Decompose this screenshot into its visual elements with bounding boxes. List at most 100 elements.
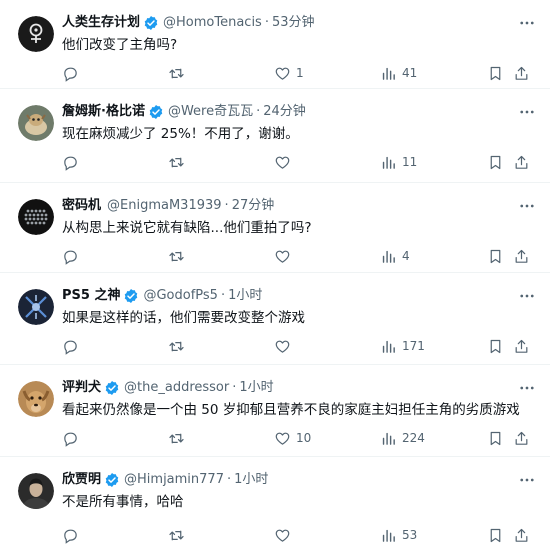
avatar[interactable] (18, 289, 54, 325)
avatar[interactable] (18, 473, 54, 509)
retweet-button[interactable] (168, 430, 190, 447)
retweet-button[interactable] (168, 527, 190, 544)
analytics-icon (382, 67, 395, 80)
share-button[interactable] (513, 65, 530, 82)
bookmark-button[interactable] (487, 248, 504, 265)
retweet-button[interactable] (168, 65, 190, 82)
like-button[interactable] (274, 527, 296, 544)
share-button[interactable] (513, 430, 530, 447)
view-count: 171 (402, 339, 425, 353)
separator-dot: · (256, 104, 261, 119)
like-button[interactable]: 1 (274, 65, 304, 82)
tweet-text: 看起来仍然像是一个由 50 岁抑郁且营养不良的家庭主妇担任主角的劣质游戏 (62, 402, 520, 418)
retweet-button[interactable] (168, 154, 190, 171)
like-button[interactable] (274, 248, 296, 265)
reply-icon (64, 250, 77, 265)
views-button[interactable]: 41 (380, 65, 417, 82)
timestamp[interactable]: 27分钟 (232, 197, 275, 215)
analytics-icon (382, 432, 395, 445)
views-button[interactable]: 11 (380, 154, 417, 171)
author-name[interactable]: 人类生存计划 (62, 14, 140, 32)
timestamp[interactable]: 1小时 (234, 471, 268, 489)
bookmark-icon (490, 339, 501, 353)
separator-dot: · (226, 472, 232, 487)
share-icon (515, 339, 528, 353)
tweet[interactable]: 人类生存计划 @HomoTenacis · 53分钟 他们改变了主角吗? 1 4… (0, 0, 550, 89)
views-button[interactable]: 53 (380, 527, 417, 544)
author-handle[interactable]: @Were奇瓦瓦 (168, 103, 253, 121)
avatar[interactable] (18, 199, 54, 235)
more-options-icon[interactable] (518, 287, 536, 305)
share-button[interactable] (513, 338, 530, 355)
tweet-text: 他们改变了主角吗? (62, 37, 178, 53)
bookmark-icon (490, 431, 501, 445)
action-bar: 4 (62, 241, 536, 271)
tweet-text: 从构思上来说它就有缺陷...他们重拍了吗? (62, 220, 312, 236)
author-handle[interactable]: @HomoTenacis (163, 14, 262, 32)
reply-button[interactable] (62, 248, 84, 265)
heart-icon (275, 250, 290, 263)
retweet-button[interactable] (168, 338, 190, 355)
action-bar: 53 (62, 520, 536, 550)
more-options-icon[interactable] (518, 471, 536, 489)
reply-button[interactable] (62, 430, 84, 447)
retweet-button[interactable] (168, 248, 190, 265)
retweet-icon (169, 68, 184, 78)
tweet[interactable]: PS5 之神 @GodofPs5 · 1小时 如果是这样的话，他们需要改变整个游… (0, 273, 550, 365)
bookmark-icon (490, 249, 501, 263)
tweet[interactable]: 詹姆斯·格比诺 @Were奇瓦瓦 · 24分钟 现在麻烦减少了 25%！不用了，… (0, 89, 550, 183)
author-handle[interactable]: @GodofPs5 (143, 287, 217, 305)
views-button[interactable]: 4 (380, 248, 410, 265)
share-button[interactable] (513, 154, 530, 171)
bookmark-button[interactable] (487, 65, 504, 82)
bookmark-button[interactable] (487, 338, 504, 355)
author-name[interactable]: 欣贾明 (62, 471, 101, 489)
share-button[interactable] (513, 248, 530, 265)
author-name[interactable]: PS5 之神 (62, 287, 120, 305)
more-options-icon[interactable] (518, 103, 536, 121)
tweet[interactable]: 评判犬 @the_addressor · 1小时 看起来仍然像是一个由 50 岁… (0, 365, 550, 457)
more-options-icon[interactable] (518, 14, 536, 32)
retweet-icon (169, 341, 184, 351)
more-options-icon[interactable] (518, 379, 536, 397)
timestamp[interactable]: 1小时 (228, 287, 262, 305)
share-button[interactable] (513, 527, 530, 544)
more-options-icon[interactable] (518, 197, 536, 215)
tweet-header: 评判犬 @the_addressor · 1小时 (62, 379, 536, 397)
like-button[interactable] (274, 338, 296, 355)
view-count: 4 (402, 249, 410, 263)
avatar[interactable] (18, 381, 54, 417)
like-button[interactable]: 10 (274, 430, 311, 447)
reply-button[interactable] (62, 154, 84, 171)
author-name[interactable]: 评判犬 (62, 379, 101, 397)
tweet-header: 詹姆斯·格比诺 @Were奇瓦瓦 · 24分钟 (62, 103, 536, 121)
retweet-icon (169, 251, 184, 261)
author-handle[interactable]: @the_addressor (124, 379, 229, 397)
author-handle[interactable]: @EnigmaM31939 (107, 197, 222, 215)
timestamp[interactable]: 1小时 (239, 379, 273, 397)
author-handle[interactable]: @Himjamin777 (124, 471, 224, 489)
share-icon (515, 431, 528, 445)
bookmark-button[interactable] (487, 527, 504, 544)
tweet-header: 欣贾明 @Himjamin777 · 1小时 (62, 471, 536, 489)
avatar[interactable] (18, 16, 54, 52)
bookmark-button[interactable] (487, 430, 504, 447)
reply-button[interactable] (62, 65, 84, 82)
views-button[interactable]: 224 (380, 430, 425, 447)
tweet-header: PS5 之神 @GodofPs5 · 1小时 (62, 287, 536, 305)
timestamp[interactable]: 24分钟 (263, 103, 306, 121)
author-name[interactable]: 密码机 (62, 197, 101, 215)
author-name[interactable]: 詹姆斯·格比诺 (62, 103, 145, 121)
bookmark-button[interactable] (487, 154, 504, 171)
like-button[interactable] (274, 154, 296, 171)
views-button[interactable]: 171 (380, 338, 425, 355)
reply-button[interactable] (62, 338, 84, 355)
avatar[interactable] (18, 105, 54, 141)
separator-dot: · (224, 198, 229, 213)
reply-button[interactable] (62, 527, 84, 544)
tweet[interactable]: 欣贾明 @Himjamin777 · 1小时 不是所有事情，哈哈 53 (0, 457, 550, 555)
tweet[interactable]: 密码机 @EnigmaM31939 · 27分钟 从构思上来说它就有缺陷...他… (0, 183, 550, 273)
timestamp[interactable]: 53分钟 (272, 14, 315, 32)
bookmark-icon (490, 66, 501, 80)
action-bar: 1 41 (62, 58, 536, 88)
